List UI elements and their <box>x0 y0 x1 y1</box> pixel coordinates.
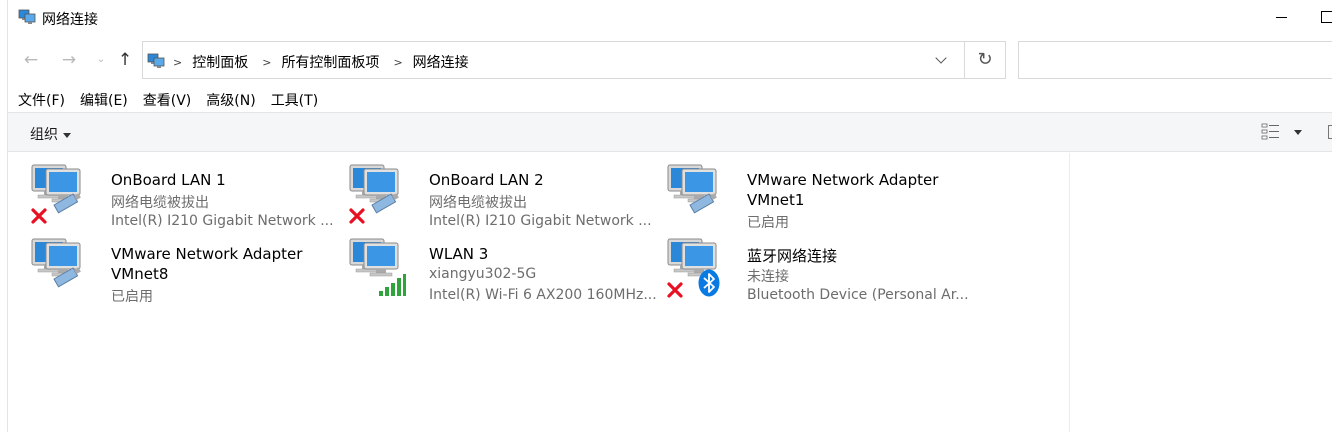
red-x-icon <box>667 282 683 298</box>
breadcrumb-chevron-icon[interactable]: > <box>393 56 402 69</box>
adapter-name: OnBoard LAN 1 <box>111 171 226 189</box>
adapter-subname: VMnet1 <box>747 191 805 209</box>
adapter-onboard-lan-1[interactable]: OnBoard LAN 1 网络电缆被拔出 Intel(R) I210 Giga… <box>30 161 348 231</box>
adapter-onboard-lan-2[interactable]: OnBoard LAN 2 网络电缆被拔出 Intel(R) I210 Giga… <box>348 161 666 231</box>
adapter-bluetooth-network[interactable]: 蓝牙网络连接 未连接 Bluetooth Device (Personal Ar… <box>666 235 984 305</box>
address-bar[interactable]: > 控制面板 > 所有控制面板项 > 网络连接 ↻ <box>142 41 1006 79</box>
adapter-device: Bluetooth Device (Personal Ar... <box>747 287 969 303</box>
breadcrumb-item-all-control-panel-items[interactable]: 所有控制面板项 <box>281 52 379 72</box>
network-connections-icon <box>18 9 36 24</box>
maximize-button[interactable] <box>1304 0 1332 36</box>
navigation-bar: ← → ⌄ ↑ > 控制面板 > 所有控制面板项 > 网络连接 ↻ <box>8 36 1332 86</box>
menu-file[interactable]: 文件(F) <box>13 86 70 112</box>
dropdown-caret-icon <box>63 132 71 138</box>
adapter-status: 已启用 <box>747 215 789 231</box>
adapter-device: Intel(R) I210 Gigabit Network ... <box>429 213 652 229</box>
recent-locations-chevron-icon[interactable]: ⌄ <box>90 50 112 72</box>
window-title: 网络连接 <box>42 12 98 28</box>
details-pane-divider <box>1069 153 1070 432</box>
adapter-device: Intel(R) I210 Gigabit Network ... <box>111 213 334 229</box>
organize-button[interactable]: 组织 <box>30 124 71 144</box>
breadcrumb-chevron-icon[interactable]: > <box>173 56 182 69</box>
breadcrumb-item-control-panel[interactable]: 控制面板 <box>192 52 248 72</box>
organize-label: 组织 <box>30 127 58 143</box>
adapter-vmware-vmnet1[interactable]: VMware Network Adapter VMnet1 已启用 <box>666 161 984 231</box>
preview-pane-icon[interactable] <box>1328 125 1332 139</box>
search-input[interactable] <box>1018 41 1332 79</box>
adapter-vmware-vmnet8[interactable]: VMware Network Adapter VMnet8 已启用 <box>30 235 348 305</box>
adapter-ssid: xiangyu302-5G <box>429 266 537 282</box>
network-connections-window: 网络连接 ← → ⌄ ↑ > 控制面板 > 所有控制面板项 > 网络连接 ↻ 文… <box>0 0 1332 432</box>
title-bar: 网络连接 <box>8 0 1332 36</box>
adapter-list: OnBoard LAN 1 网络电缆被拔出 Intel(R) I210 Giga… <box>8 153 1070 432</box>
bluetooth-icon <box>698 269 720 297</box>
network-connections-icon <box>147 53 165 68</box>
menu-advanced[interactable]: 高级(N) <box>201 86 260 112</box>
adapter-name: VMware Network Adapter <box>747 171 939 189</box>
adapter-name: OnBoard LAN 2 <box>429 171 544 189</box>
change-view-icon[interactable] <box>1261 122 1281 142</box>
back-arrow-icon[interactable]: ← <box>20 50 42 72</box>
adapter-status: 网络电缆被拔出 <box>429 195 527 211</box>
minimize-button[interactable] <box>1258 0 1304 36</box>
adapter-status: 网络电缆被拔出 <box>111 195 209 211</box>
adapter-status: 未连接 <box>747 269 789 285</box>
menu-tools[interactable]: 工具(T) <box>266 86 323 112</box>
ethernet-adapter-icon <box>667 164 717 214</box>
forward-arrow-icon[interactable]: → <box>58 50 80 72</box>
breadcrumb: > 控制面板 > 所有控制面板项 > 网络连接 <box>173 52 469 72</box>
adapter-subname: VMnet8 <box>111 265 169 283</box>
menu-bar: 文件(F) 编辑(E) 查看(V) 高级(N) 工具(T) <box>8 86 1332 112</box>
refresh-icon[interactable]: ↻ <box>965 42 1005 78</box>
command-bar: 组织 <box>8 112 1332 152</box>
ethernet-adapter-icon <box>31 238 81 288</box>
adapter-name: 蓝牙网络连接 <box>747 247 838 265</box>
menu-edit[interactable]: 编辑(E) <box>75 86 133 112</box>
breadcrumb-chevron-icon[interactable]: > <box>262 56 271 69</box>
adapter-wlan-3[interactable]: WLAN 3 xiangyu302-5G Intel(R) Wi-Fi 6 AX… <box>348 235 666 305</box>
adapter-name: VMware Network Adapter <box>111 245 303 263</box>
adapter-name: WLAN 3 <box>429 245 489 263</box>
address-history-chevron-icon[interactable] <box>933 52 953 70</box>
red-x-icon <box>349 208 365 224</box>
up-arrow-icon[interactable]: ↑ <box>114 50 136 72</box>
view-options-caret-icon[interactable] <box>1294 130 1302 135</box>
menu-view[interactable]: 查看(V) <box>138 86 197 112</box>
red-x-icon <box>31 208 47 224</box>
adapter-device: Intel(R) Wi-Fi 6 AX200 160MHz... <box>429 287 657 303</box>
adapter-status: 已启用 <box>111 289 153 305</box>
breadcrumb-item-network-connections[interactable]: 网络连接 <box>413 52 469 72</box>
signal-bars-icon <box>379 274 406 296</box>
